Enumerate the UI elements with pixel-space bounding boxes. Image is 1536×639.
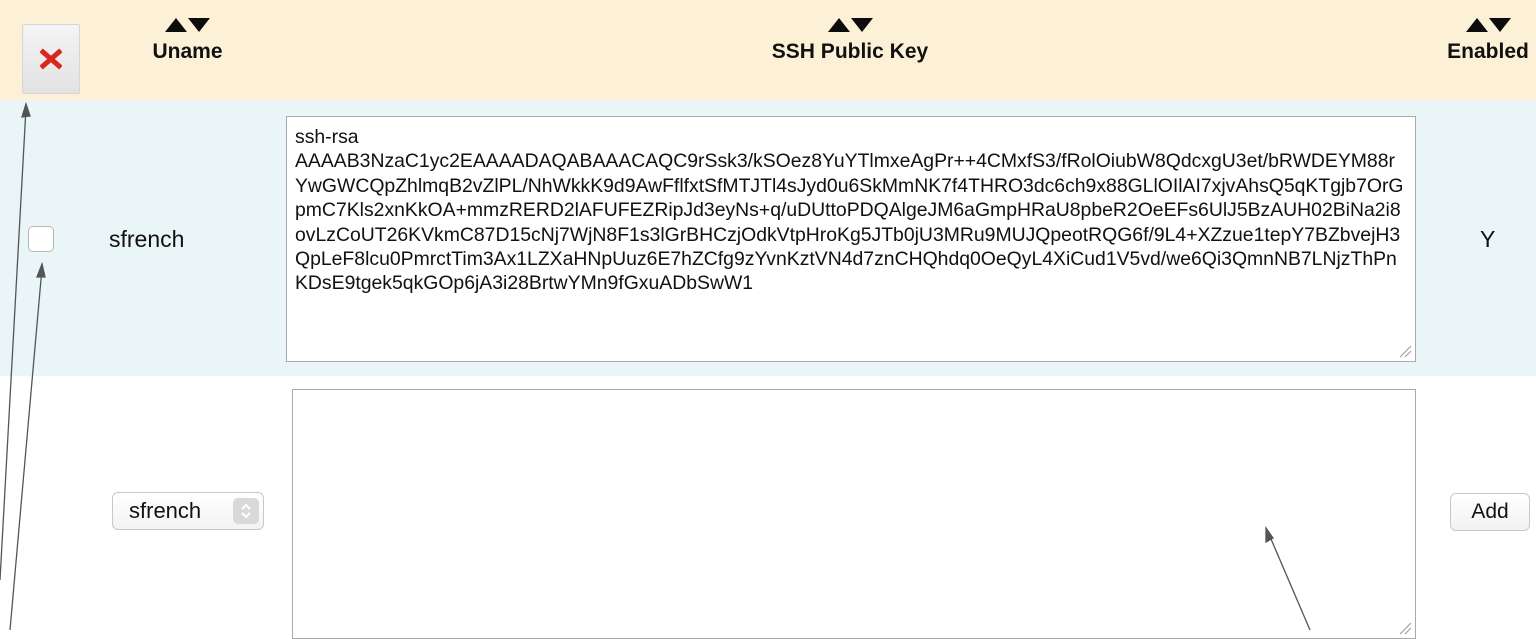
user-select[interactable]: sfrench <box>112 492 264 530</box>
select-stepper-icon[interactable] <box>233 498 259 524</box>
table-header: Uname SSH Public Key Enabled <box>0 0 1536 100</box>
column-label-ssh-public-key: SSH Public Key <box>771 40 929 63</box>
sort-ascending-icon[interactable] <box>165 18 187 32</box>
column-header-uname[interactable]: Uname <box>140 18 235 64</box>
column-label-uname: Uname <box>152 40 223 63</box>
sort-arrows-icon[interactable] <box>740 18 960 38</box>
resize-grip-icon[interactable] <box>1398 621 1412 635</box>
sort-descending-icon[interactable] <box>188 18 210 32</box>
row-enabled-value: Y <box>1480 226 1496 252</box>
sort-descending-icon[interactable] <box>1488 18 1511 32</box>
resize-grip-icon[interactable] <box>1398 344 1412 358</box>
row-uname: sfrench <box>109 226 185 252</box>
row-select-checkbox[interactable] <box>28 226 54 252</box>
new-ssh-key-textarea[interactable] <box>292 389 1416 639</box>
delete-selected-button[interactable] <box>22 24 80 94</box>
x-icon <box>40 48 62 70</box>
sort-arrows-icon[interactable] <box>140 18 235 38</box>
ssh-public-key-textarea[interactable]: ssh-rsa AAAAB3NzaC1yc2EAAAADAQABAAACAQC9… <box>286 116 1416 362</box>
column-header-ssh-public-key[interactable]: SSH Public Key <box>740 18 960 64</box>
column-header-enabled[interactable]: Enabled <box>1440 18 1536 64</box>
add-button[interactable]: Add <box>1450 493 1530 531</box>
sort-ascending-icon[interactable] <box>1465 18 1488 32</box>
sort-arrows-icon[interactable] <box>1440 18 1536 38</box>
sort-descending-icon[interactable] <box>850 18 873 32</box>
user-select-value: sfrench <box>129 498 202 523</box>
column-label-enabled: Enabled <box>1447 40 1529 63</box>
sort-ascending-icon[interactable] <box>827 18 850 32</box>
